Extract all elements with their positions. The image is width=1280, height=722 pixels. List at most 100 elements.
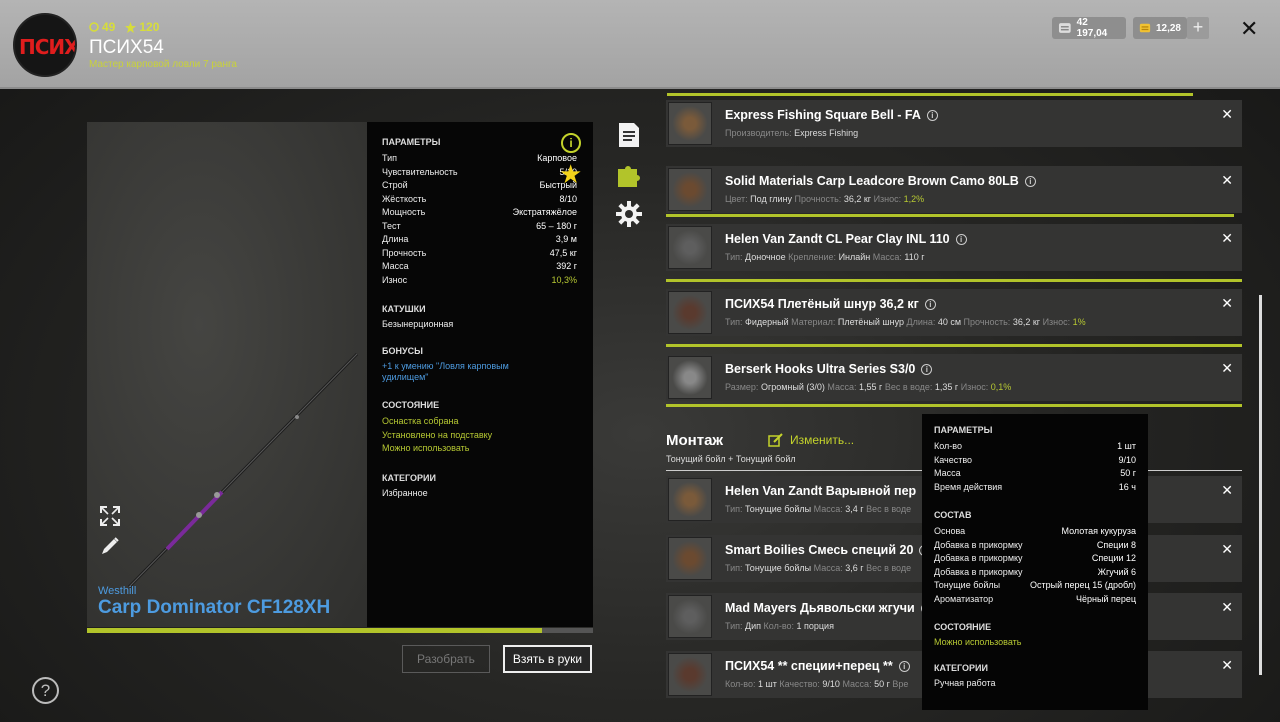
disassemble-button[interactable]: Разобрать <box>402 645 490 673</box>
param-value: Экстратяжёлое <box>512 207 577 217</box>
param-row: Прочность 47,5 кг <box>382 247 577 261</box>
detail-label: Вес в воде <box>863 563 912 573</box>
coins-stat: 49 <box>89 20 115 34</box>
param-row: Тонущие бойлы Острый перец 15 (дробл) <box>934 579 1136 593</box>
list-item[interactable]: Solid Materials Carp Leadcore Brown Camo… <box>666 166 1242 213</box>
list-item[interactable]: Helen Van Zandt CL Pear Clay INL 110 i Тип… <box>666 224 1242 271</box>
param-value: Чёрный перец <box>1075 593 1136 604</box>
item-name-text: Solid Materials Carp Leadcore Brown Camo… <box>725 174 1019 188</box>
item-thumbnail <box>668 226 712 269</box>
tooltip-params-title: ПАРАМЕТРЫ <box>934 425 993 435</box>
detail-value: Express Fishing <box>794 128 859 138</box>
param-key: Основа <box>934 526 966 536</box>
remove-item-close-icon[interactable]: ✕ <box>1221 230 1233 247</box>
param-row: Качество 9/10 <box>934 454 1136 468</box>
info-icon[interactable]: i <box>1024 176 1036 187</box>
expand-icon[interactable] <box>99 505 121 527</box>
detail-value: Дип <box>745 621 762 631</box>
rod-maker: Westhill <box>98 585 137 597</box>
param-row: Добавка в прикормку Специи 12 <box>934 552 1136 566</box>
pencil-icon[interactable] <box>99 535 121 557</box>
rod-name: Carp Dominator CF128XH <box>98 597 331 618</box>
info-icon[interactable]: i <box>921 364 933 375</box>
param-key: Качество <box>934 454 973 465</box>
remove-item-close-icon[interactable]: ✕ <box>1221 360 1233 377</box>
state-line: Можно использовать <box>382 443 470 453</box>
item-underline <box>666 279 1242 282</box>
remove-item-close-icon[interactable]: ✕ <box>1221 599 1233 616</box>
stars-stat: 120 <box>125 20 159 34</box>
item-name-text: Berserk Hooks Ultra Series S3/0 <box>725 362 916 376</box>
info-icon[interactable]: i <box>955 234 967 245</box>
param-key: Кол-во <box>934 441 962 451</box>
remove-item-close-icon[interactable]: ✕ <box>1221 657 1233 674</box>
param-key: Добавка в прикормку <box>934 566 1023 577</box>
param-row: Кол-во 1 шт <box>934 440 1136 454</box>
coins-value: 49 <box>102 20 116 34</box>
list-item[interactable]: Berserk Hooks Ultra Series S3/0 i Размер: … <box>666 354 1242 401</box>
edit-montage-button[interactable]: Изменить... <box>768 433 854 447</box>
detail-label: Износ: <box>871 194 904 204</box>
tooltip-categories-title: КАТЕГОРИИ <box>934 663 988 673</box>
item-name-text: Helen Van Zandt CL Pear Clay INL 110 <box>725 232 950 246</box>
info-icon[interactable]: i <box>924 299 936 310</box>
close-icon[interactable]: ✕ <box>1240 16 1258 42</box>
remove-item-close-icon[interactable]: ✕ <box>1221 106 1233 123</box>
avatar[interactable]: ПСИХ <box>13 13 77 77</box>
scrollbar[interactable] <box>1259 295 1262 675</box>
detail-label: Износ: <box>958 382 991 392</box>
item-thumbnail <box>668 168 712 211</box>
param-row: Износ 10,3% <box>382 274 577 288</box>
param-row: Жёсткость 8/10 <box>382 193 577 207</box>
detail-value: Фидерный <box>745 317 789 327</box>
list-item[interactable]: Express Fishing Square Bell - FA i Произво… <box>666 100 1242 147</box>
puzzle-icon[interactable] <box>615 161 643 189</box>
detail-value: 110 г <box>904 252 925 262</box>
add-gold-button[interactable]: + <box>1187 17 1209 39</box>
star-icon[interactable]: ★ <box>559 161 582 187</box>
help-icon[interactable]: ? <box>32 677 59 704</box>
rod-image <box>127 352 359 589</box>
remove-item-close-icon[interactable]: ✕ <box>1221 172 1233 189</box>
detail-value: Огромный (3/0) <box>760 382 825 392</box>
detail-label: Вес в воде: <box>882 382 935 392</box>
top-bar: ПСИХ 49 120 ПСИХ54 Мастер карповой ловли… <box>0 0 1280 89</box>
item-name-text: ПСИХ54 ** специи+перец ** <box>725 659 893 673</box>
document-icon[interactable] <box>615 121 643 149</box>
rod-preview[interactable] <box>87 122 367 627</box>
player-rank: Мастер карповой ловли 7 ранга <box>89 59 237 70</box>
remove-item-close-icon[interactable]: ✕ <box>1221 541 1233 558</box>
param-row: Мощность Экстратяжёлое <box>382 206 577 220</box>
param-key: Время действия <box>934 481 1003 492</box>
detail-value: 0,1% <box>990 382 1012 392</box>
param-row: Тип Карповое <box>382 152 577 166</box>
list-item[interactable]: ПСИХ54 Плетёный шнур 36,2 кг i Тип: Фидерн… <box>666 289 1242 336</box>
param-value: 47,5 кг <box>549 247 577 258</box>
coin-icon <box>89 22 99 32</box>
info-icon[interactable]: i <box>898 661 910 672</box>
param-key: Чувствительность <box>382 166 458 177</box>
detail-value: Плетёный шнур <box>837 317 904 327</box>
detail-label: Производитель: <box>725 128 795 138</box>
gear-icon[interactable] <box>615 200 643 228</box>
edit-icon <box>768 433 783 447</box>
item-thumbnail <box>668 291 712 334</box>
item-details: Тип: Тонущие бойлы Масса: 3,4 г Вес в во… <box>725 504 911 514</box>
detail-label: Вре <box>889 679 909 689</box>
take-in-hands-button[interactable]: Взять в руки <box>503 645 592 673</box>
info-icon[interactable]: i <box>561 133 581 153</box>
info-icon[interactable]: i <box>926 110 938 121</box>
param-value: Специи 12 <box>1091 553 1136 563</box>
player-stats: 49 120 <box>89 20 159 34</box>
detail-value: Тонущие бойлы <box>745 563 812 573</box>
detail-label: Масса: <box>839 679 875 689</box>
item-details: Кол-во: 1 шт Качество: 9/10 Масса: 50 г … <box>725 679 908 689</box>
remove-item-close-icon[interactable]: ✕ <box>1221 482 1233 499</box>
silver-value: 42 197,04 <box>1076 17 1108 39</box>
item-name: Express Fishing Square Bell - FA i <box>725 108 938 122</box>
remove-item-close-icon[interactable]: ✕ <box>1221 295 1233 312</box>
param-key: Износ <box>382 274 408 285</box>
detail-value: 1% <box>1072 317 1086 327</box>
detail-label: Масса: <box>824 382 860 392</box>
silver-balance: 42 197,04 <box>1052 17 1126 39</box>
